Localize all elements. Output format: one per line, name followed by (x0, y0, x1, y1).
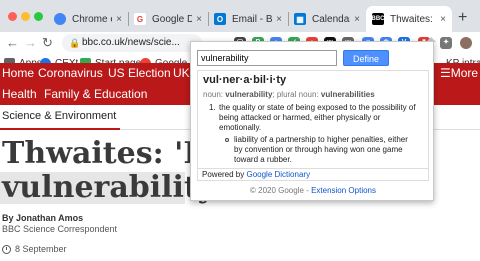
tab-strip: Chrome exte × G Google Dictio × O Email … (0, 0, 480, 32)
definition-card: vul·ner·a·bil·i·ty noun: vulnerability; … (197, 70, 429, 181)
reload-icon[interactable]: ↻ (42, 35, 53, 51)
byline: By Jonathan Amos (2, 213, 84, 223)
headword: vul·ner·a·bil·i·ty (203, 74, 287, 86)
section-underline (0, 128, 120, 130)
minimize-window-button[interactable] (21, 12, 30, 21)
tab-title: Thwaites: 'D (390, 13, 436, 25)
tab-title: Calendar - B (312, 13, 350, 25)
author-role: BBC Science Correspondent (2, 224, 118, 234)
back-icon[interactable]: ← (6, 35, 19, 51)
calendar-icon: ▦ (294, 13, 306, 25)
article-headline-line2: vulnerability (2, 170, 216, 205)
extensions-puzzle-icon[interactable]: ✦ (440, 37, 452, 49)
publish-date: 8 September (2, 244, 67, 254)
close-icon[interactable]: × (112, 14, 122, 25)
tab-title: Email - Brow (232, 13, 272, 25)
tab-chrome-extensions[interactable]: Chrome exte × (48, 6, 128, 32)
google-icon: G (134, 13, 146, 25)
close-icon[interactable]: × (436, 14, 446, 25)
address-bar[interactable]: 🔒 bbc.co.uk/news/scie... (62, 34, 202, 52)
section-link[interactable]: Science & Environment (2, 110, 116, 122)
bbc-icon: BBC (372, 13, 385, 25)
definition-item: 1. the quality or state of being exposed… (209, 103, 423, 133)
nav-uk[interactable]: UK (173, 63, 190, 83)
tab-email[interactable]: O Email - Brow × (208, 6, 288, 32)
dictionary-popup: Define vul·ner·a·bil·i·ty noun: vulnerab… (190, 41, 434, 201)
close-icon[interactable]: × (350, 14, 360, 25)
powered-by: Powered by Google Dictionary (198, 168, 428, 180)
dictionary-search-input[interactable] (197, 50, 337, 66)
bullet-icon (225, 138, 229, 142)
definition-text: the quality or state of being exposed to… (219, 103, 416, 132)
url-text: bbc.co.uk/news/scie... (82, 37, 180, 48)
tab-title: Chrome exte (72, 13, 112, 25)
lock-icon: 🔒 (69, 38, 81, 48)
tab-calendar[interactable]: ▦ Calendar - B × (288, 6, 366, 32)
new-tab-button[interactable]: + (458, 9, 467, 27)
tab-google-dictionary[interactable]: G Google Dictio × (128, 6, 208, 32)
popup-footer: © 2020 Google - Extension Options (250, 186, 376, 195)
chrome-icon (54, 13, 66, 25)
clock-icon (2, 244, 11, 254)
define-button[interactable]: Define (343, 50, 389, 66)
outlook-icon: O (214, 13, 226, 25)
nav-more[interactable]: ☰ More (440, 63, 478, 83)
google-dictionary-link[interactable]: Google Dictionary (246, 170, 310, 179)
forward-icon[interactable]: → (24, 35, 37, 51)
nav-us-election[interactable]: US Election (108, 63, 171, 83)
sub-definition: liability of a partnership to higher pen… (225, 135, 412, 165)
avatar[interactable] (460, 37, 472, 49)
tab-title: Google Dictio (152, 13, 192, 25)
close-icon[interactable]: × (272, 14, 282, 25)
nav-health[interactable]: Health (2, 83, 37, 105)
nav-coronavirus[interactable]: Coronavirus (38, 63, 103, 83)
extension-options-link[interactable]: Extension Options (311, 186, 376, 195)
maximize-window-button[interactable] (34, 12, 43, 21)
tab-thwaites[interactable]: BBC Thwaites: 'D × (366, 6, 452, 32)
close-window-button[interactable] (8, 12, 17, 21)
close-icon[interactable]: × (192, 14, 202, 25)
nav-family-education[interactable]: Family & Education (44, 83, 147, 105)
nav-home[interactable]: Home (2, 63, 34, 83)
part-of-speech: noun: vulnerability; plural noun: vulner… (203, 90, 375, 99)
